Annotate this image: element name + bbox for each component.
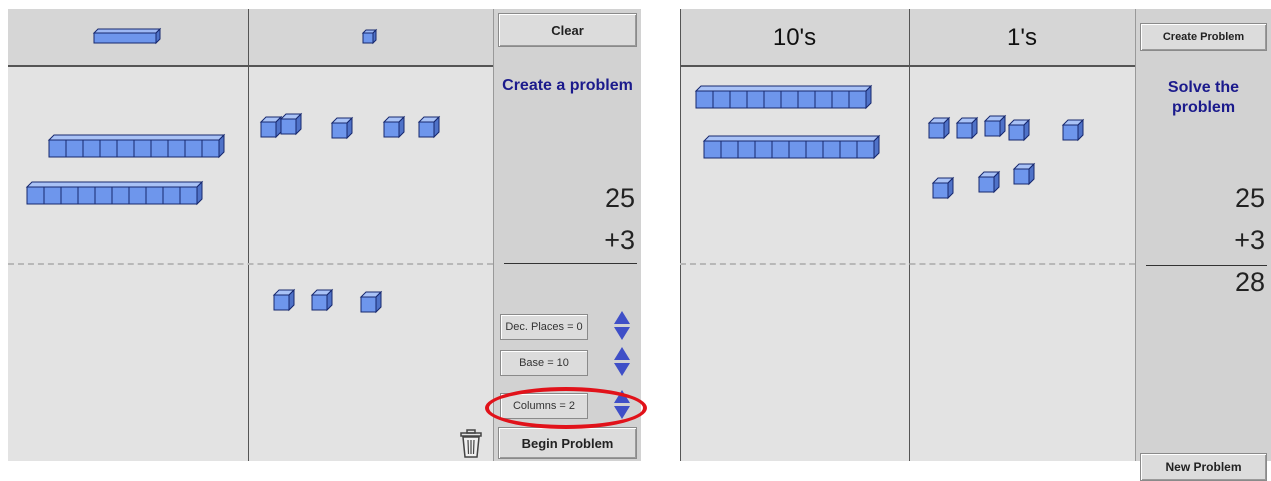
tens-rod[interactable] bbox=[47, 133, 226, 159]
tens-rod[interactable] bbox=[702, 134, 881, 160]
sum-result: 28 bbox=[1234, 267, 1265, 297]
unit-cube[interactable] bbox=[310, 288, 334, 312]
column-header-row bbox=[8, 9, 493, 67]
trash-icon[interactable] bbox=[458, 429, 484, 459]
create-problem-button[interactable]: Create Problem bbox=[1140, 23, 1267, 51]
ones-column-header: 1's bbox=[1007, 24, 1037, 51]
place-value-workspace[interactable] bbox=[8, 9, 493, 461]
unit-cube[interactable] bbox=[259, 115, 283, 139]
addend-2: +3 bbox=[604, 225, 635, 255]
new-problem-button[interactable]: New Problem bbox=[1140, 453, 1267, 481]
unit-cube[interactable] bbox=[417, 115, 441, 139]
unit-cube[interactable] bbox=[1061, 118, 1085, 142]
unit-cube[interactable] bbox=[272, 288, 296, 312]
tens-rod[interactable] bbox=[694, 84, 873, 110]
unit-cube[interactable] bbox=[359, 290, 383, 314]
base-spinner[interactable] bbox=[612, 347, 632, 377]
tens-rod[interactable] bbox=[25, 180, 204, 206]
begin-problem-button[interactable]: Begin Problem bbox=[498, 427, 637, 459]
unit-cube[interactable] bbox=[931, 176, 955, 200]
base-setting: Base = 10 bbox=[500, 350, 588, 376]
control-sidebar: Create Problem Solve the problem 25 +3 2… bbox=[1135, 9, 1271, 481]
status-message: Solve the problem bbox=[1167, 79, 1240, 116]
status-message: Create a problem bbox=[502, 77, 633, 94]
problem-creator-panel: Clear Create a problem 25 +3 Dec. Places… bbox=[8, 9, 647, 461]
unit-cube[interactable] bbox=[955, 116, 979, 140]
unit-cube[interactable] bbox=[927, 116, 951, 140]
place-value-workspace[interactable]: 10's 1's bbox=[680, 9, 1135, 461]
spinner-up-icon[interactable] bbox=[614, 347, 630, 360]
unit-cube[interactable] bbox=[977, 170, 1001, 194]
column-divider bbox=[909, 9, 910, 461]
spinner-down-icon[interactable] bbox=[614, 406, 630, 419]
unit-cube[interactable] bbox=[983, 114, 1007, 138]
rod-icon[interactable] bbox=[92, 27, 162, 45]
columns-spinner[interactable] bbox=[612, 390, 632, 420]
unit-cube[interactable] bbox=[330, 116, 354, 140]
control-sidebar: Clear Create a problem 25 +3 Dec. Places… bbox=[493, 9, 641, 461]
unit-cube[interactable] bbox=[1012, 162, 1036, 186]
column-divider bbox=[248, 9, 249, 461]
problem-solver-panel: 10's 1's Create Problem Solve the proble… bbox=[680, 9, 1271, 481]
decimal-places-spinner[interactable] bbox=[612, 311, 632, 341]
left-border bbox=[680, 9, 681, 461]
answer-separator-line bbox=[8, 263, 493, 265]
addend-1: 25 bbox=[1234, 183, 1265, 213]
spinner-down-icon[interactable] bbox=[614, 327, 630, 340]
tens-column-header: 10's bbox=[772, 24, 817, 51]
decimal-places-setting: Dec. Places = 0 bbox=[500, 314, 588, 340]
unit-cube-icon[interactable] bbox=[361, 28, 378, 45]
addend-2: +3 bbox=[1234, 225, 1265, 255]
sum-rule bbox=[504, 263, 637, 264]
columns-setting: Columns = 2 bbox=[500, 393, 588, 419]
unit-cube[interactable] bbox=[1007, 118, 1031, 142]
spinner-up-icon[interactable] bbox=[614, 311, 630, 324]
answer-separator-line bbox=[680, 263, 1135, 265]
sum-rule bbox=[1146, 265, 1267, 266]
unit-cube[interactable] bbox=[382, 115, 406, 139]
spinner-up-icon[interactable] bbox=[614, 390, 630, 403]
clear-button[interactable]: Clear bbox=[498, 13, 637, 47]
addend-1: 25 bbox=[604, 183, 635, 213]
spinner-down-icon[interactable] bbox=[614, 363, 630, 376]
unit-cube[interactable] bbox=[279, 112, 303, 136]
